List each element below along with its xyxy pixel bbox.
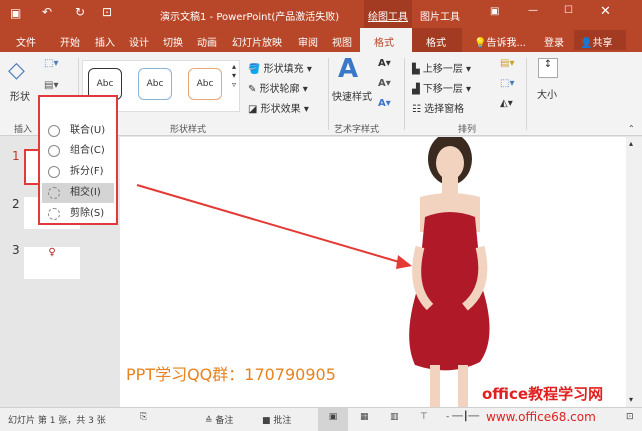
size-icon[interactable]: ↕	[538, 58, 558, 78]
arrow-line	[136, 184, 407, 265]
selection-pane-button[interactable]: ☷ 选择窗格	[412, 100, 464, 115]
shape-outline-button[interactable]: ✎ 形状轮廓 ▾	[248, 80, 308, 95]
fragment-icon	[48, 166, 60, 178]
slide-sorter-button[interactable]: ▦	[360, 412, 369, 422]
login-link[interactable]: 登录	[544, 34, 564, 49]
zoom-slider[interactable]: - ──┃──	[446, 412, 479, 422]
context-drawing-tools: 绘图工具	[368, 12, 408, 23]
slide-text[interactable]: PPT学习QQ群：170790905	[126, 361, 336, 385]
union-icon	[48, 125, 60, 137]
rotate-icon[interactable]: ◭▾	[500, 98, 513, 109]
slideshow-button[interactable]: ⊤	[420, 412, 428, 422]
slide-thumb-3[interactable]: ♀	[24, 247, 80, 279]
arrow-head	[396, 255, 412, 269]
intersect-icon	[48, 187, 60, 199]
title-bar: ▣ ↶ ↻ ⊡ 演示文稿1 - PowerPoint(产品激活失败) 绘图工具 …	[0, 0, 642, 28]
wordart-group-label: 艺术字样式	[334, 125, 380, 135]
arrange-group-label: 排列	[458, 125, 477, 135]
bring-forward-button[interactable]: ▙ 上移一层 ▾	[412, 60, 471, 75]
shape-styles-group-label: 形状样式	[170, 125, 207, 135]
tab-insert[interactable]: 插入	[95, 34, 115, 49]
slide-canvas[interactable]: PPT学习QQ群：170790905 office教程学习网	[120, 137, 626, 407]
undo-icon[interactable]: ↶	[42, 5, 52, 19]
status-bar: 幻灯片 第 1 张，共 3 张 ⎘ ≙ 备注 ■ 批注 ▣ ▦ ▥ ⊤ - ──…	[0, 407, 642, 431]
watermark-name: office教程学习网	[482, 385, 604, 403]
menu-item-intersect[interactable]: 相交(I)	[42, 183, 114, 203]
shape-style-3[interactable]: Abc	[188, 68, 222, 100]
ribbon-tabs: 文件 开始 插入 设计 切换 动画 幻灯片放映 审阅 视图 格式 格式 💡告诉我…	[0, 28, 642, 52]
minimize-button[interactable]: —	[528, 5, 538, 16]
ribbon-display-icon[interactable]: ▣	[490, 6, 499, 17]
shapes-icon[interactable]: ◇	[8, 58, 25, 83]
thumb-number: 1	[12, 149, 20, 163]
comments-button[interactable]: ■ 批注	[262, 413, 291, 426]
window-title: 演示文稿1 - PowerPoint(产品激活失败)	[160, 12, 340, 23]
share-button[interactable]: 👤共享	[580, 34, 612, 49]
tab-file[interactable]: 文件	[16, 34, 36, 49]
tell-me-search[interactable]: 💡告诉我...	[474, 34, 526, 49]
watermark-url: www.office68.com	[486, 410, 596, 424]
fit-slide-button[interactable]: ⊡	[626, 412, 634, 422]
collapse-ribbon-button[interactable]: ⌃	[628, 124, 635, 133]
save-icon[interactable]: ▣	[10, 6, 21, 20]
tell-me-label: 告诉我...	[486, 38, 526, 49]
tab-transitions[interactable]: 切换	[163, 34, 183, 49]
text-outline-icon[interactable]: A▾	[378, 78, 391, 89]
shape-fill-button[interactable]: 🪣 形状填充 ▾	[248, 60, 312, 75]
menu-item-subtract[interactable]: 剪除(S)	[42, 204, 114, 224]
share-label: 共享	[592, 38, 613, 49]
combine-icon	[48, 145, 60, 157]
shapes-button[interactable]: 形状	[10, 88, 30, 103]
menu-item-union[interactable]: 联合(U)	[42, 121, 114, 141]
group-icon[interactable]: ⬚▾	[500, 78, 514, 89]
send-backward-button[interactable]: ▟ 下移一层 ▾	[412, 80, 471, 95]
accessibility-icon[interactable]: ⎘	[140, 412, 147, 422]
thumb-number: 3	[12, 243, 20, 257]
tab-review[interactable]: 审阅	[298, 34, 318, 49]
size-button[interactable]: 大小	[537, 86, 557, 101]
tab-drawing-format[interactable]: 格式	[374, 34, 394, 49]
text-box-icon[interactable]: ▤▾	[44, 80, 58, 91]
context-picture-tools: 图片工具	[420, 12, 460, 23]
text-fill-icon[interactable]: A▾	[378, 58, 391, 69]
merge-shapes-menu: 联合(U) 组合(C) 拆分(F) 相交(I) 剪除(S)	[38, 95, 118, 225]
menu-item-combine[interactable]: 组合(C)	[42, 141, 114, 161]
align-icon[interactable]: ▤▾	[500, 58, 514, 69]
tab-picture-format[interactable]: 格式	[426, 34, 446, 49]
normal-view-button[interactable]: ▣	[318, 408, 348, 431]
close-button[interactable]: ✕	[600, 4, 611, 19]
shape-style-2[interactable]: Abc	[138, 68, 172, 100]
insert-shapes-group-label: 插入	[14, 125, 33, 135]
subtract-icon	[48, 208, 60, 220]
tab-view[interactable]: 视图	[332, 34, 352, 49]
present-icon[interactable]: ⊡	[102, 5, 112, 19]
text-effects-icon[interactable]: A▾	[378, 98, 391, 109]
tab-home[interactable]: 开始	[60, 34, 80, 49]
edit-shape-icon[interactable]: ⬚▾	[44, 58, 58, 69]
tab-slideshow[interactable]: 幻灯片放映	[232, 34, 282, 49]
maximize-button[interactable]: ☐	[564, 5, 573, 16]
slide-count: 幻灯片 第 1 张，共 3 张	[8, 416, 106, 426]
quick-styles-button[interactable]: 快速样式	[332, 88, 372, 103]
notes-button[interactable]: ≙ 备注	[205, 413, 233, 426]
thumb-number: 2	[12, 197, 20, 211]
reading-view-button[interactable]: ▥	[390, 412, 399, 422]
redo-icon[interactable]: ↻	[75, 5, 85, 19]
vertical-scrollbar[interactable]: ▴ ▾	[626, 137, 642, 407]
gallery-scroll[interactable]: ▴ ▾ ▿	[232, 62, 236, 89]
wordart-a-icon[interactable]: A	[338, 54, 358, 84]
menu-item-fragment[interactable]: 拆分(F)	[42, 162, 114, 182]
woman-photo	[409, 137, 490, 407]
tab-animations[interactable]: 动画	[197, 34, 217, 49]
shape-effects-button[interactable]: ◪ 形状效果 ▾	[248, 100, 309, 115]
tab-design[interactable]: 设计	[129, 34, 149, 49]
